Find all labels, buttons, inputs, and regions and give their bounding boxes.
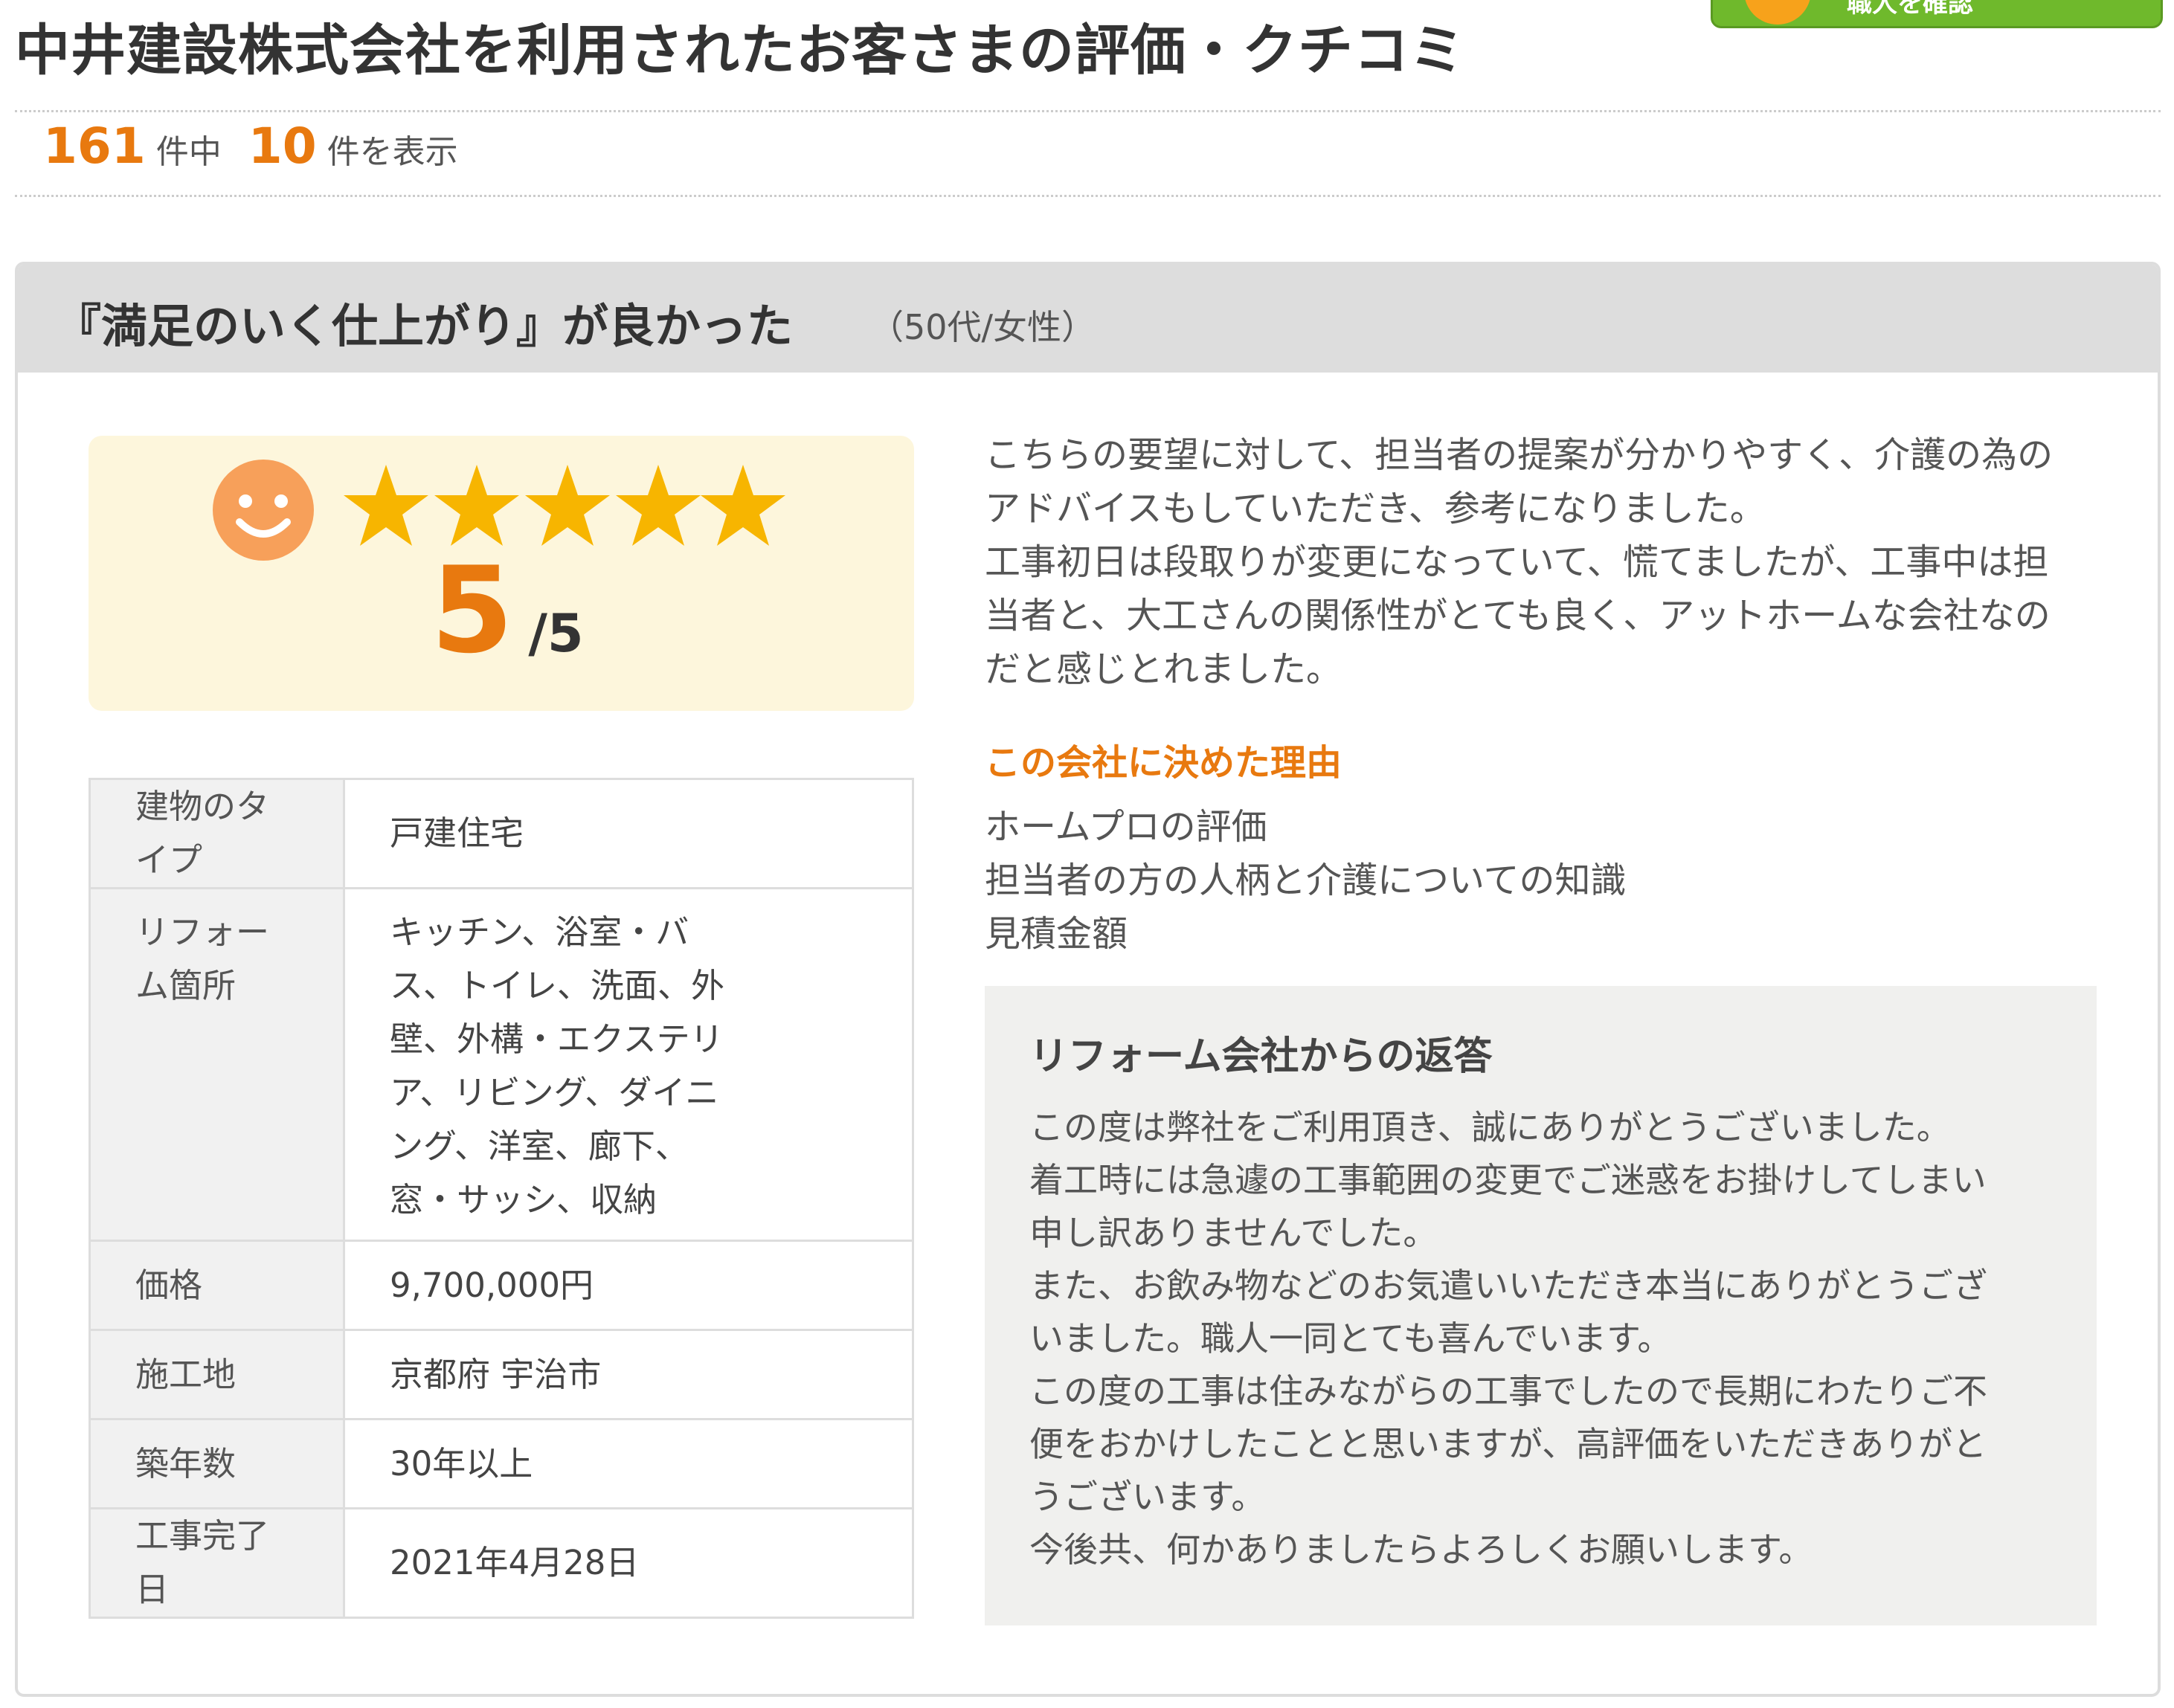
comment-line: 当者と、大工さんの関係性がとても良く、アットホームな会社なの <box>985 595 2051 637</box>
contact-button-label: 職人を確認 <box>1847 0 1973 19</box>
detail-row: リフォーム箇所 キッチン、浴室・バ ス、トイレ、洗面、外 壁、外構・エクステリ … <box>89 887 914 1242</box>
reply-line: 今後共、何かありましたらよろしくお願いします。 <box>1029 1530 1813 1570</box>
price-label: 価格 <box>89 1240 345 1331</box>
star-icon <box>701 465 785 546</box>
reply-line: うございます。 <box>1029 1477 1266 1517</box>
star-icon <box>616 465 701 546</box>
reform-area-line[interactable]: ング、洋室、廊下、 <box>390 1120 867 1173</box>
reform-areas-label: リフォーム箇所 <box>89 887 345 1242</box>
divider <box>15 195 2161 197</box>
detail-row: 築年数 30年以上 <box>89 1418 914 1509</box>
comment-line: こちらの要望に対して、担当者の提案が分かりやすく、介護の為の <box>985 434 2054 476</box>
detail-row: 工事完了日 2021年4月28日 <box>89 1507 914 1619</box>
rating-box: 5/5 <box>89 436 914 711</box>
comment-line: アドバイスもしていただき、参考になりました。 <box>985 488 1766 529</box>
reform-area-line[interactable]: キッチン、浴室・バ <box>390 906 867 959</box>
review-title: 『満足のいく仕上がり』が良かった <box>55 299 794 353</box>
result-count: 161 件中 10 件を表示 <box>43 117 458 175</box>
reform-area-line[interactable]: 窓・サッシ、収納 <box>390 1173 867 1227</box>
star-rating <box>344 465 785 546</box>
reply-line: また、お飲み物などのお気遣いいただき本当にありがとうござ <box>1029 1266 1987 1306</box>
reply-line: 着工時には急遽の工事範囲の変更でご迷惑をお掛けしてしまい <box>1029 1160 1987 1200</box>
result-shown: 10 <box>248 117 317 175</box>
building-type-label: 建物のタイプ <box>89 778 345 889</box>
result-shown-suffix: 件を表示 <box>327 133 458 171</box>
details-table: 建物のタイプ 戸建住宅 リフォーム箇所 キッチン、浴室・バ ス、トイレ、洗面、外… <box>89 778 914 1619</box>
detail-row: 施工地 京都府 宇治市 <box>89 1329 914 1420</box>
reply-line: この度の工事は住みながらの工事でしたので長期にわたりご不 <box>1029 1371 1987 1411</box>
location-link[interactable]: 京都府 宇治市 <box>343 1329 914 1420</box>
author-meta: （50代/女性） <box>869 307 1096 347</box>
star-icon <box>344 465 428 546</box>
rating-max: /5 <box>528 603 584 664</box>
reform-area-line[interactable]: ア、リビング、ダイニ <box>390 1066 867 1120</box>
reply-heading: リフォーム会社からの返答 <box>1029 1034 1493 1079</box>
reason-item: ホームプロの評価 <box>985 806 1267 848</box>
rating-value: 5 <box>431 541 514 680</box>
review-card: 『満足のいく仕上がり』が良かった （50代/女性） 5/5 建物のタイプ 戸建住… <box>15 262 2161 1697</box>
result-total: 161 <box>43 117 146 175</box>
completion-date-label: 工事完了日 <box>89 1507 345 1619</box>
reform-area-line[interactable]: ス、トイレ、洗面、外 <box>390 959 867 1013</box>
button-circle-icon <box>1744 0 1811 25</box>
reason-item: 見積金額 <box>985 913 1128 955</box>
page-title: 中井建設株式会社を利用されたお客さまの評価・クチコミ <box>15 19 1465 83</box>
reply-line: 申し訳ありませんでした。 <box>1029 1213 1438 1253</box>
completion-date-value: 2021年4月28日 <box>343 1507 914 1619</box>
review-comment: こちらの要望に対して、担当者の提案が分かりやすく、介護の為の アドバイスもしてい… <box>985 428 2130 696</box>
review-header: 『満足のいく仕上がり』が良かった （50代/女性） <box>18 265 2158 373</box>
reply-body: この度は弊社をご利用頂き、誠にありがとうございました。 着工時には急遽の工事範囲… <box>1029 1101 2052 1576</box>
reply-line: この度は弊社をご利用頂き、誠にありがとうございました。 <box>1029 1107 1951 1147</box>
smiley-icon <box>213 460 314 561</box>
reply-line: いました。職人一同とても喜んでいます。 <box>1029 1318 1672 1359</box>
divider <box>15 110 2161 112</box>
location-label: 施工地 <box>89 1329 345 1420</box>
comment-line: だと感じとれました。 <box>985 648 1342 690</box>
reform-areas-links[interactable]: キッチン、浴室・バ ス、トイレ、洗面、外 壁、外構・エクステリ ア、リビング、ダ… <box>343 887 914 1242</box>
reform-area-line[interactable]: 壁、外構・エクステリ <box>390 1013 867 1066</box>
result-total-suffix: 件中 <box>155 133 222 171</box>
reason-heading: この会社に決めた理由 <box>985 742 1342 784</box>
reason-list: ホームプロの評価 担当者の方の人柄と介護についての知識 見積金額 <box>985 800 1627 961</box>
detail-row: 価格 9,700,000円 <box>89 1240 914 1331</box>
building-type-value: 戸建住宅 <box>343 778 914 889</box>
reply-line: 便をおかけしたことと思いますが、高評価をいただきありがと <box>1029 1424 1987 1464</box>
building-age-label: 築年数 <box>89 1418 345 1509</box>
rating-score: 5/5 <box>431 551 584 670</box>
company-reply: リフォーム会社からの返答 この度は弊社をご利用頂き、誠にありがとうございました。… <box>985 986 2097 1625</box>
star-icon <box>434 465 519 546</box>
reason-item: 担当者の方の人柄と介護についての知識 <box>985 860 1627 901</box>
detail-row: 建物のタイプ 戸建住宅 <box>89 778 914 889</box>
comment-line: 工事初日は段取りが変更になっていて、慌てましたが、工事中は担 <box>985 541 2049 583</box>
contact-button[interactable]: 職人を確認 <box>1711 0 2163 28</box>
price-value: 9,700,000円 <box>343 1240 914 1331</box>
star-icon <box>525 465 610 546</box>
building-age-value: 30年以上 <box>343 1418 914 1509</box>
